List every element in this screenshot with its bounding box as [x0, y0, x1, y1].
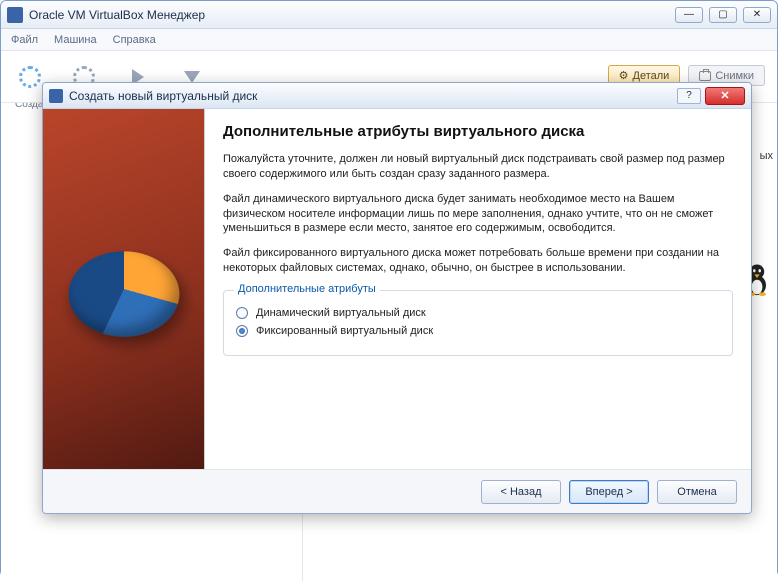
attributes-fieldset: Дополнительные атрибуты Динамический вир…: [223, 290, 733, 356]
app-icon: [7, 7, 23, 23]
arrow-down-icon: [184, 71, 200, 83]
dialog-titlebar: Создать новый виртуальный диск ? ✕: [43, 83, 751, 109]
toolbar-new[interactable]: [15, 64, 45, 90]
minimize-button[interactable]: —: [675, 7, 703, 23]
camera-icon: [699, 71, 711, 81]
sun-icon: [19, 66, 41, 88]
pie-chart-icon: [61, 251, 186, 336]
dialog-icon: [49, 89, 63, 103]
details-icon: ⚙: [619, 69, 629, 82]
maximize-button[interactable]: ▢: [709, 7, 737, 23]
back-button[interactable]: < Назад: [481, 480, 561, 504]
dialog-title: Создать новый виртуальный диск: [69, 89, 677, 103]
create-disk-dialog: Создать новый виртуальный диск ? ✕ Допол…: [42, 82, 752, 514]
clipped-text: ых: [760, 150, 773, 162]
tab-snapshots-label: Снимки: [715, 70, 754, 82]
dialog-help-button[interactable]: ?: [677, 88, 701, 104]
menu-bar: Файл Машина Справка: [1, 29, 777, 51]
fieldset-legend: Дополнительные атрибуты: [234, 283, 380, 295]
app-title: Oracle VM VirtualBox Менеджер: [29, 8, 675, 22]
menu-file[interactable]: Файл: [11, 34, 38, 46]
radio-fixed[interactable]: Фиксированный виртуальный диск: [236, 325, 720, 337]
close-button[interactable]: ✕: [743, 7, 771, 23]
dialog-heading: Дополнительные атрибуты виртуального дис…: [223, 123, 733, 140]
menu-help[interactable]: Справка: [113, 34, 156, 46]
dialog-footer: < Назад Вперед > Отмена: [43, 469, 751, 513]
dialog-para-3: Файл фиксированного виртуального диска м…: [223, 246, 733, 276]
window-controls: — ▢ ✕: [675, 7, 771, 23]
radio-dynamic[interactable]: Динамический виртуальный диск: [236, 307, 720, 319]
radio-icon: [236, 307, 248, 319]
radio-icon: [236, 325, 248, 337]
menu-machine[interactable]: Машина: [54, 34, 97, 46]
dialog-sidebar-image: [43, 109, 205, 469]
radio-fixed-label: Фиксированный виртуальный диск: [256, 325, 433, 337]
dialog-para-1: Пожалуйста уточните, должен ли новый вир…: [223, 152, 733, 182]
dialog-close-button[interactable]: ✕: [705, 87, 745, 105]
dialog-body: Дополнительные атрибуты виртуального дис…: [43, 109, 751, 469]
dialog-content: Дополнительные атрибуты виртуального дис…: [205, 109, 751, 469]
next-button[interactable]: Вперед >: [569, 480, 649, 504]
cancel-button[interactable]: Отмена: [657, 480, 737, 504]
main-titlebar: Oracle VM VirtualBox Менеджер — ▢ ✕: [1, 1, 777, 29]
radio-dynamic-label: Динамический виртуальный диск: [256, 307, 426, 319]
tab-details-label: Детали: [633, 70, 670, 82]
dialog-para-2: Файл динамического виртуального диска бу…: [223, 192, 733, 237]
